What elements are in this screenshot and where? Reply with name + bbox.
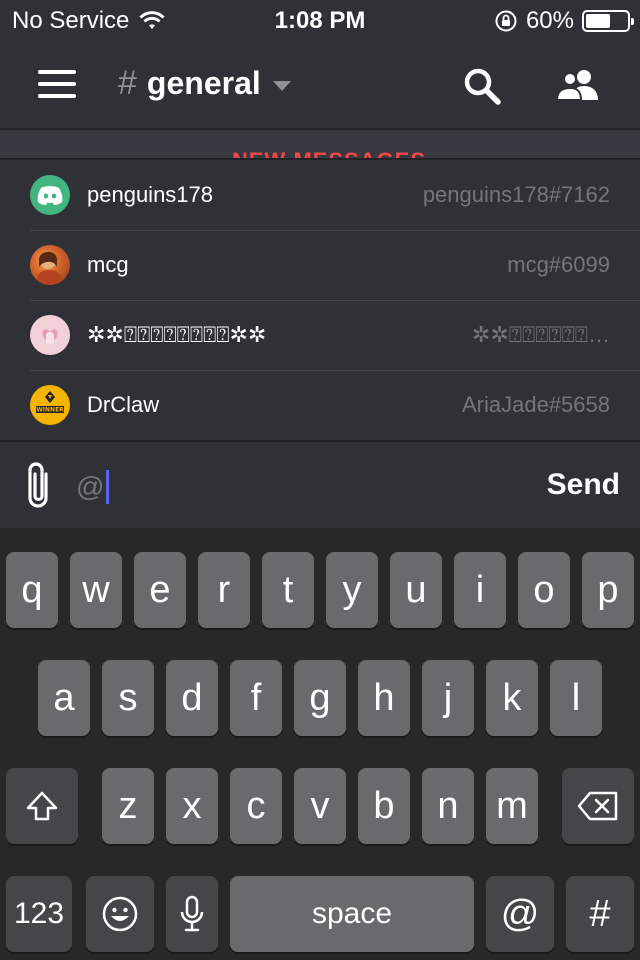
mention-username: penguins178 — [87, 182, 214, 207]
key-t[interactable]: t — [262, 552, 314, 628]
shift-icon — [26, 791, 58, 821]
numbers-key[interactable]: 123 — [6, 876, 72, 952]
mention-item[interactable]: mcg mcg#6099 — [0, 230, 640, 300]
key-j[interactable]: j — [422, 660, 474, 736]
key-c[interactable]: c — [230, 768, 282, 844]
mention-username: DrClaw — [87, 392, 160, 417]
chevron-down-icon — [272, 80, 291, 91]
key-e[interactable]: e — [134, 552, 186, 628]
key-o[interactable]: o — [518, 552, 570, 628]
key-w[interactable]: w — [70, 552, 122, 628]
key-h[interactable]: h — [358, 660, 410, 736]
key-g[interactable]: g — [294, 660, 346, 736]
discord-logo-icon — [37, 186, 63, 205]
text-cursor — [106, 470, 110, 504]
search-icon[interactable] — [458, 62, 506, 110]
key-d[interactable]: d — [166, 660, 218, 736]
mention-tag: penguins178#7162 — [422, 182, 610, 207]
key-f[interactable]: f — [230, 660, 282, 736]
mention-username: ✲✲⍰⍰⍰⍰⍰⍰⍰⍰✲✲ — [87, 322, 267, 347]
profile-photo-icon — [36, 251, 63, 285]
status-right: 60% — [494, 7, 634, 35]
emoji-icon — [102, 896, 138, 932]
mention-item[interactable]: WINNER DrClaw AriaJade#5658 — [0, 370, 640, 440]
channel-header: # general — [0, 40, 640, 130]
at-key[interactable]: @ — [486, 876, 554, 952]
mention-tag: mcg#6099 — [507, 252, 610, 277]
paperclip-icon[interactable] — [22, 460, 56, 510]
channel-hash: # — [118, 64, 137, 102]
message-input[interactable]: @ — [76, 470, 110, 504]
key-n[interactable]: n — [422, 768, 474, 844]
key-q[interactable]: q — [6, 552, 58, 628]
message-composer: @ Send — [0, 440, 640, 528]
channel-name: general — [146, 65, 261, 101]
dictation-key[interactable] — [166, 876, 218, 952]
shift-key[interactable] — [6, 768, 78, 844]
new-messages-label: NEW MESSAGES — [232, 148, 426, 158]
winner-badge-icon: WINNER — [36, 391, 64, 414]
key-l[interactable]: l — [550, 660, 602, 736]
finger-heart-icon — [42, 329, 58, 344]
backspace-key[interactable] — [562, 768, 634, 844]
mention-username: mcg — [87, 252, 129, 277]
key-v[interactable]: v — [294, 768, 346, 844]
mention-tag: AriaJade#5658 — [461, 392, 610, 417]
key-m[interactable]: m — [486, 768, 538, 844]
mention-item[interactable]: ✲✲⍰⍰⍰⍰⍰⍰⍰⍰✲✲ ✲✲⍰⍰⍰⍰⍰⍰… — [0, 300, 640, 370]
key-r[interactable]: r — [198, 552, 250, 628]
key-y[interactable]: y — [326, 552, 378, 628]
backspace-icon — [577, 791, 618, 821]
space-key[interactable]: space — [230, 876, 474, 952]
mention-autocomplete-list: penguins178 penguins178#7162 mcg mcg#609… — [0, 158, 640, 440]
avatar — [30, 315, 70, 355]
members-icon[interactable] — [554, 62, 602, 110]
winner-badge-text: WINNER — [36, 407, 64, 414]
avatar: WINNER — [30, 385, 70, 425]
message-input-value: @ — [76, 471, 105, 502]
battery-percent: 60% — [525, 7, 574, 34]
avatar — [30, 245, 70, 285]
key-u[interactable]: u — [390, 552, 442, 628]
microphone-icon — [180, 895, 204, 932]
key-a[interactable]: a — [38, 660, 90, 736]
status-bar: No Service 1:08 PM 60% — [0, 0, 640, 40]
key-p[interactable]: p — [582, 552, 634, 628]
avatar — [30, 175, 70, 215]
mention-tag: ✲✲⍰⍰⍰⍰⍰⍰… — [471, 322, 610, 347]
mention-item[interactable]: penguins178 penguins178#7162 — [0, 160, 640, 230]
menu-icon[interactable] — [38, 70, 76, 98]
key-k[interactable]: k — [486, 660, 538, 736]
channel-title[interactable]: # general — [118, 64, 291, 103]
battery-icon — [582, 10, 634, 32]
hash-key[interactable]: # — [566, 876, 634, 952]
battery-fill — [586, 14, 610, 28]
new-messages-banner: NEW MESSAGES — [0, 130, 640, 158]
orientation-lock-icon — [495, 10, 517, 32]
keyboard: q w e r t y u i o p a s d f g h j k l z … — [0, 528, 640, 960]
key-s[interactable]: s — [102, 660, 154, 736]
key-b[interactable]: b — [358, 768, 410, 844]
key-x[interactable]: x — [166, 768, 218, 844]
send-button[interactable]: Send — [547, 468, 620, 502]
key-i[interactable]: i — [454, 552, 506, 628]
key-z[interactable]: z — [102, 768, 154, 844]
emoji-key[interactable] — [86, 876, 154, 952]
